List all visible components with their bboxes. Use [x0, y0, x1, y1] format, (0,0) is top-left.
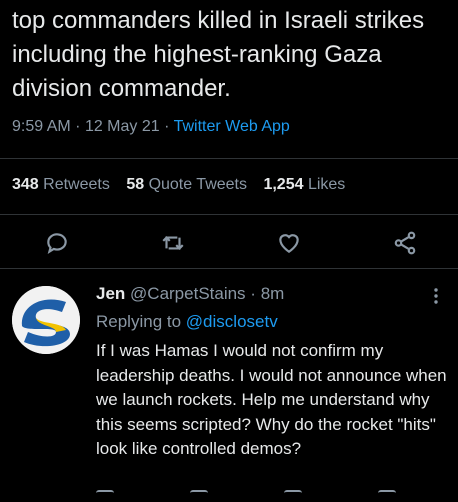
reply-author-handle[interactable]: @CarpetStains: [130, 284, 246, 303]
tweet-date: 12 May 21: [84, 118, 160, 135]
replying-to: Replying to @disclosetv: [96, 312, 278, 332]
meta-separator: ·: [75, 118, 85, 135]
retweet-icon[interactable]: [160, 230, 186, 256]
reply-icon[interactable]: [44, 230, 70, 256]
likes-label: Likes: [307, 176, 346, 193]
tweet-text: top commanders killed in Israeli strikes…: [12, 7, 425, 102]
divider: [0, 214, 458, 215]
retweet-icon[interactable]: [190, 490, 208, 502]
reply-actions-partial: [0, 486, 458, 500]
reply-age: 8m: [260, 284, 285, 303]
tweet-stats: 348 Retweets 58 Quote Tweets 1,254 Likes: [12, 176, 357, 194]
quote-tweets-stat[interactable]: 58 Quote Tweets: [126, 176, 247, 193]
reply-icon[interactable]: [96, 490, 114, 502]
quote-count: 58: [126, 176, 145, 193]
likes-count: 1,254: [263, 176, 304, 193]
divider: [0, 158, 458, 159]
tweet-meta: 9:59 AM · 12 May 21 · Twitter Web App: [12, 118, 290, 136]
more-options-icon[interactable]: [428, 286, 444, 306]
avatar[interactable]: [12, 286, 80, 354]
meta-separator: ·: [164, 118, 174, 135]
like-icon[interactable]: [276, 230, 302, 256]
retweets-label: Retweets: [43, 176, 110, 193]
tweet-source-link[interactable]: Twitter Web App: [174, 118, 290, 135]
retweets-count: 348: [12, 176, 39, 193]
replying-to-prefix: Replying to: [96, 312, 182, 331]
likes-stat[interactable]: 1,254 Likes: [263, 176, 345, 193]
meta-separator: ·: [250, 284, 261, 303]
replying-to-handle[interactable]: @disclosetv: [186, 312, 278, 331]
share-icon[interactable]: [378, 490, 396, 502]
like-icon[interactable]: [284, 490, 302, 502]
reply-header: Jen @CarpetStains · 8m: [96, 284, 284, 304]
reply-author-name[interactable]: Jen: [96, 284, 125, 303]
retweets-stat[interactable]: 348 Retweets: [12, 176, 110, 193]
reply-text: If I was Hamas I would not confirm my le…: [96, 341, 447, 458]
tweet-time: 9:59 AM: [12, 118, 71, 135]
quote-label: Quote Tweets: [148, 176, 247, 193]
share-icon[interactable]: [392, 230, 418, 256]
divider: [0, 268, 458, 269]
tweet-actions: [0, 222, 458, 262]
